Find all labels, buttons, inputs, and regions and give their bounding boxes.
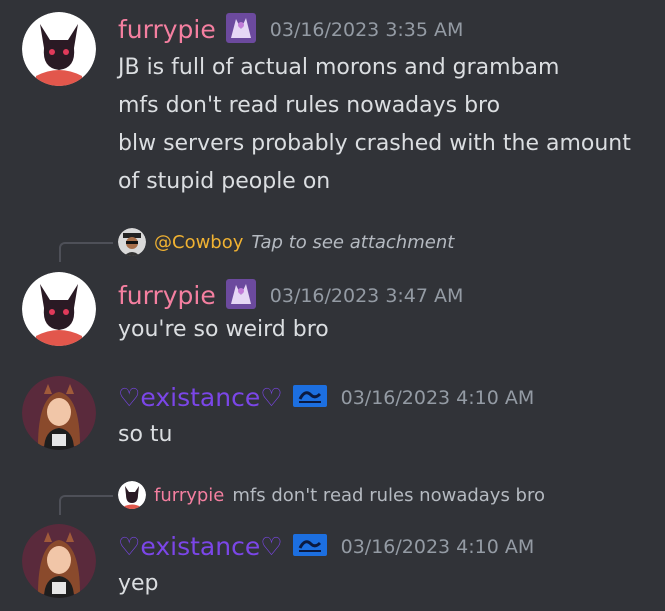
furrypie-avatar[interactable] [22,12,96,86]
reply-spine [59,495,113,515]
username[interactable]: ♡existance♡ [118,383,283,413]
timestamp: 03/16/2023 3:47 AM [269,285,464,307]
message-line: you're so weird bro [118,317,329,342]
black-fox-avatar-icon [22,12,96,86]
purple-art-badge-icon [225,13,256,47]
message-header: furrypie 03/16/2023 3:35 AM [118,13,463,47]
furrypie-avatar[interactable] [22,272,96,346]
reply-hint[interactable]: Tap to see attachment [251,232,454,253]
existance-avatar[interactable] [22,376,96,450]
timestamp: 03/16/2023 4:10 AM [340,536,535,558]
message-header: furrypie 03/16/2023 3:47 AM [118,279,463,313]
message-line: of stupid people on [118,169,331,194]
message-line: yep [118,571,159,596]
message-line: JB is full of actual morons and grambam [118,55,560,80]
message-line: mfs don't read rules nowadays bro [118,93,501,118]
username[interactable]: furrypie [118,15,216,45]
girl-avatar-icon [22,376,96,450]
girl-avatar-icon [22,524,96,598]
reply-author[interactable]: furrypie [154,485,224,506]
message-header: ♡existance♡ 03/16/2023 4:10 AM [118,383,534,413]
reply-snippet[interactable]: mfs don't read rules nowadays bro [232,485,545,506]
reply-reference[interactable]: @Cowboy Tap to see attachment [118,228,454,256]
username[interactable]: furrypie [118,281,216,311]
reply-spine [59,242,113,262]
timestamp: 03/16/2023 4:10 AM [340,387,535,409]
existance-avatar[interactable] [22,524,96,598]
username[interactable]: ♡existance♡ [118,532,283,562]
blue-swirl-badge-icon [292,534,327,560]
message-line: blw servers probably crashed with the am… [118,131,631,156]
black-fox-avatar-icon [118,481,146,509]
reply-author[interactable]: @Cowboy [154,232,243,253]
reply-reference[interactable]: furrypie mfs don't read rules nowadays b… [118,481,545,509]
message-line: so tu [118,422,173,447]
black-fox-avatar-icon [22,272,96,346]
timestamp: 03/16/2023 3:35 AM [269,19,464,41]
cowboy-avatar-icon [118,228,146,256]
message-header: ♡existance♡ 03/16/2023 4:10 AM [118,532,534,562]
purple-art-badge-icon [225,279,256,313]
blue-swirl-badge-icon [292,385,327,411]
